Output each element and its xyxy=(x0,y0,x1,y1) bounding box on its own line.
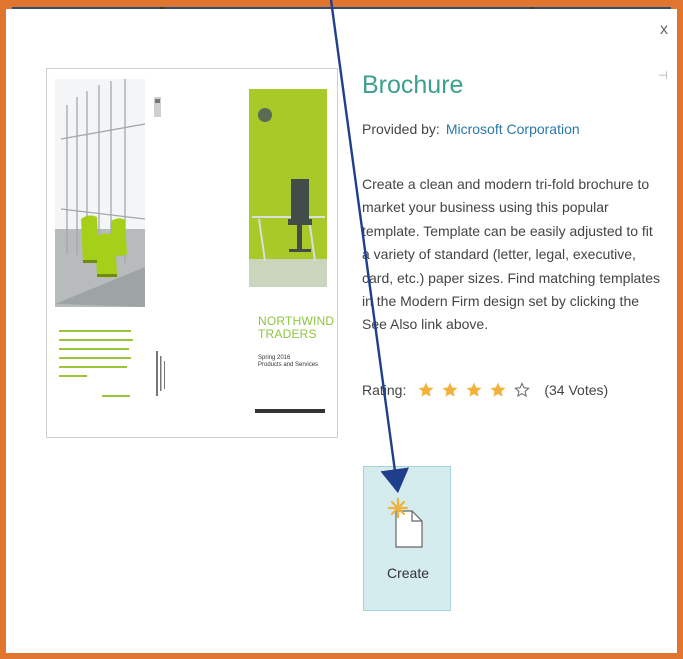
rating: Rating: (34 Votes) xyxy=(362,380,608,400)
star-filled-icon xyxy=(490,382,506,397)
brochure-thumbnail xyxy=(55,79,327,413)
template-description: Create a clean and modern tri-fold broch… xyxy=(362,176,661,333)
provided-by-label: Provided by: xyxy=(362,121,440,137)
create-button[interactable]: Create xyxy=(363,466,451,611)
star-empty-icon xyxy=(514,382,531,398)
pin-icon[interactable]: ⊣ xyxy=(656,70,670,82)
provider-link[interactable]: Microsoft Corporation xyxy=(446,121,580,137)
votes-count: (34 Votes) xyxy=(544,382,609,398)
new-document-icon xyxy=(388,497,423,548)
star-filled-icon xyxy=(466,382,482,397)
star-filled-icon xyxy=(418,382,434,397)
template-preview-image: NORTHWIND TRADERS Spring 2016 Products a… xyxy=(46,68,338,438)
brochure-brand-title: NORTHWIND TRADERS xyxy=(258,314,335,341)
provided-by: Provided by: Microsoft Corporation xyxy=(362,121,580,137)
rating-stars xyxy=(418,382,538,398)
create-label: Create xyxy=(386,565,430,581)
template-title: Brochure xyxy=(362,71,464,99)
close-icon[interactable]: x xyxy=(657,22,671,38)
brochure-brand-subtitle: Spring 2016 Products and Services xyxy=(258,355,319,368)
rating-label: Rating: xyxy=(362,382,407,398)
star-filled-icon xyxy=(442,382,458,397)
